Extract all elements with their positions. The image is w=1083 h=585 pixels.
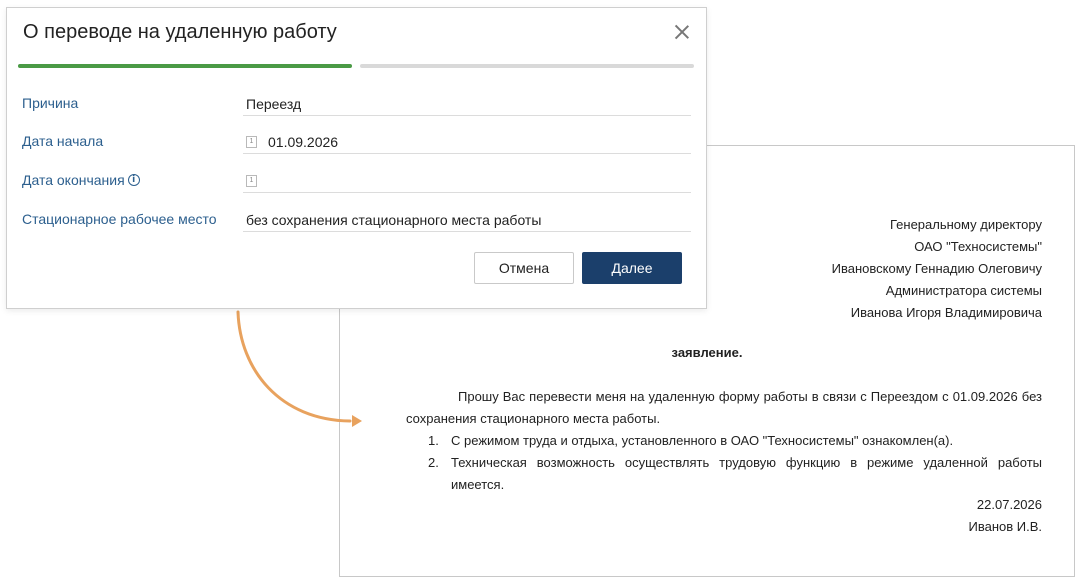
document-body: Прошу Вас перевести меня на удаленную фо… (406, 386, 1042, 496)
field-label: Дата окончания (22, 172, 125, 188)
list-item-number: 1. (428, 433, 439, 448)
document-date: 22.07.2026 (976, 497, 1042, 512)
field-label: Причина (22, 95, 79, 111)
close-icon[interactable] (672, 22, 692, 42)
field-value: Переезд (246, 95, 302, 112)
step-progress (18, 64, 694, 68)
addressee-line: Иванова Игоря Владимировича (850, 305, 1042, 320)
dialog-title: О переводе на удаленную работу (23, 21, 337, 43)
field-row-reason: Причина Переезд (7, 95, 707, 134)
list-item-text: Техническая возможность осуществлять тру… (451, 455, 1042, 492)
field-row-end-date: Дата окончания i 1 (7, 172, 707, 211)
field-label-wrap: Дата окончания i (22, 172, 140, 188)
field-label: Дата начала (22, 133, 104, 149)
document-signature: Иванов И.В. (968, 519, 1043, 534)
next-button[interactable]: Далее (582, 252, 682, 284)
list-item-number: 2. (428, 455, 439, 470)
step-indicator-1 (18, 64, 352, 68)
cancel-button[interactable]: Отмена (474, 252, 574, 284)
field-label: Стационарное рабочее место (22, 211, 217, 227)
list-item: 2. Техническая возможность осуществлять … (406, 452, 1042, 496)
signature-block: 22.07.2026 Иванов И.В. (969, 494, 1043, 538)
field-row-start-date: Дата начала 1 01.09.2026 (7, 133, 707, 172)
document-paragraph: Прошу Вас перевести меня на удаленную фо… (406, 389, 1042, 426)
list-item: 1. С режимом труда и отдыха, установленн… (406, 430, 1042, 452)
addressee-line: ОАО "Техносистемы" (914, 239, 1042, 254)
list-item-text: С режимом труда и отдыха, установленного… (451, 433, 954, 448)
field-row-workplace: Стационарное рабочее место без сохранени… (7, 211, 707, 250)
workplace-select[interactable]: без сохранения стационарного места работ… (243, 208, 691, 232)
start-date-input[interactable]: 1 01.09.2026 (243, 130, 691, 154)
field-value: без сохранения стационарного места работ… (246, 211, 542, 228)
step-indicator-2 (360, 64, 694, 68)
field-value: 01.09.2026 (268, 133, 339, 150)
transfer-dialog: О переводе на удаленную работу Причина П… (6, 7, 707, 309)
info-icon[interactable]: i (127, 174, 140, 186)
calendar-icon[interactable]: 1 (246, 135, 257, 148)
reason-input[interactable]: Переезд (243, 92, 691, 116)
addressee-line: Администратора системы (885, 283, 1042, 298)
calendar-icon[interactable]: 1 (246, 174, 257, 187)
addressee-block: Генеральному директору ОАО "Техносистемы… (832, 214, 1042, 324)
document-title: заявление. (671, 345, 743, 360)
addressee-line: Ивановскому Геннадию Олеговичу (831, 261, 1042, 276)
addressee-line: Генеральному директору (890, 217, 1042, 232)
end-date-input[interactable]: 1 (243, 169, 691, 193)
document-list: 1. С режимом труда и отдыха, установленн… (406, 430, 1042, 496)
